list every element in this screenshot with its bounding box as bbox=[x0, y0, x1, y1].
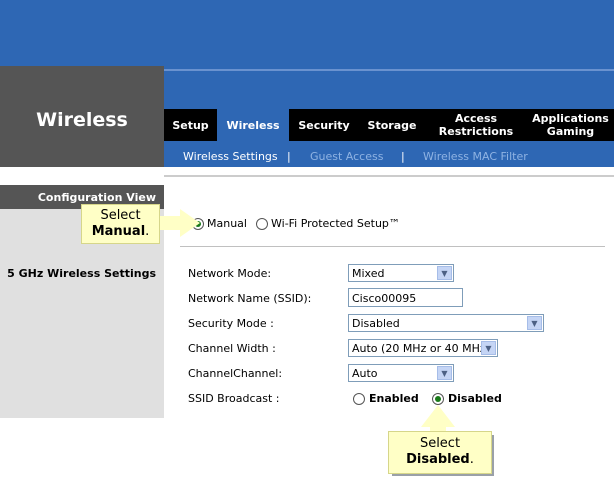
channel-width-label: Channel Width : bbox=[188, 342, 276, 355]
tab-wireless[interactable]: Wireless bbox=[217, 109, 289, 141]
wps-label: Wi-Fi Protected Setup™ bbox=[271, 217, 400, 230]
callout-emphasis: Manual bbox=[91, 224, 146, 239]
callout-text: Select bbox=[419, 436, 461, 451]
callout-period: . bbox=[145, 224, 150, 239]
channel-width-value: Auto (20 MHz or 40 MHz) bbox=[352, 342, 490, 355]
network-mode-select[interactable]: Mixed ▼ bbox=[348, 264, 454, 282]
ssid-broadcast-disabled-label: Disabled bbox=[448, 392, 502, 405]
ssid-broadcast-enabled-label: Enabled bbox=[369, 392, 419, 405]
wps-radio[interactable] bbox=[256, 217, 268, 230]
form-divider bbox=[180, 246, 605, 247]
subnav: Wireless Settings | Guest Access | Wirel… bbox=[164, 141, 614, 167]
tab-security[interactable]: Security bbox=[289, 109, 359, 141]
manual-option[interactable]: Manual bbox=[192, 217, 247, 230]
network-mode-value: Mixed bbox=[352, 267, 385, 280]
tab-applications-gaming[interactable]: Applications Gaming bbox=[527, 109, 614, 141]
subnav-wireless-mac-filter[interactable]: Wireless MAC Filter bbox=[423, 150, 528, 163]
chevron-down-icon: ▼ bbox=[437, 366, 452, 380]
callout-arrow-head bbox=[180, 209, 200, 237]
section-label: 5 GHz Wireless Settings bbox=[7, 267, 156, 280]
callout-select-manual: Select Manual. bbox=[81, 204, 162, 246]
subnav-separator: | bbox=[401, 150, 405, 163]
tab-setup[interactable]: Setup bbox=[164, 109, 217, 141]
page-title: Wireless bbox=[36, 109, 128, 131]
callout-period: . bbox=[469, 452, 474, 467]
main-tab-bar: Setup Wireless Security Storage Access R… bbox=[164, 109, 614, 141]
wps-option[interactable]: Wi-Fi Protected Setup™ bbox=[256, 217, 400, 230]
callout-emphasis: Disabled bbox=[406, 452, 470, 467]
tab-access-restrictions[interactable]: Access Restrictions bbox=[425, 109, 527, 141]
security-mode-value: Disabled bbox=[352, 317, 400, 330]
ssid-label: Network Name (SSID): bbox=[188, 292, 312, 305]
subnav-guest-access[interactable]: Guest Access bbox=[310, 150, 383, 163]
callout-text: Select bbox=[100, 208, 141, 223]
ssid-broadcast-disabled-radio[interactable] bbox=[432, 392, 444, 405]
ssid-broadcast-enabled-option[interactable]: Enabled bbox=[353, 392, 419, 405]
ssid-broadcast-disabled-option[interactable]: Disabled bbox=[432, 392, 502, 405]
security-mode-select[interactable]: Disabled ▼ bbox=[348, 314, 544, 332]
top-banner bbox=[0, 0, 614, 66]
ssid-input[interactable]: Cisco00095 bbox=[348, 288, 463, 307]
ssid-broadcast-enabled-radio[interactable] bbox=[353, 392, 365, 405]
header-band bbox=[164, 66, 614, 109]
subnav-separator: | bbox=[287, 150, 291, 163]
manual-label: Manual bbox=[207, 217, 247, 230]
ssid-broadcast-label: SSID Broadcast : bbox=[188, 392, 280, 405]
callout-select-disabled: Select Disabled. bbox=[388, 431, 494, 476]
chevron-down-icon: ▼ bbox=[527, 316, 542, 330]
callout-arrow bbox=[158, 216, 182, 230]
subnav-wireless-settings[interactable]: Wireless Settings bbox=[183, 150, 278, 163]
channel-width-select[interactable]: Auto (20 MHz or 40 MHz) ▼ bbox=[348, 339, 498, 357]
network-mode-label: Network Mode: bbox=[188, 267, 272, 280]
content-divider bbox=[164, 175, 614, 177]
callout-arrow-head bbox=[421, 405, 455, 427]
chevron-down-icon: ▼ bbox=[481, 341, 496, 355]
channel-label: ChannelChannel: bbox=[188, 367, 283, 380]
chevron-down-icon: ▼ bbox=[437, 266, 452, 280]
channel-value: Auto bbox=[352, 367, 378, 380]
tab-storage[interactable]: Storage bbox=[359, 109, 425, 141]
security-mode-label: Security Mode : bbox=[188, 317, 274, 330]
channel-select[interactable]: Auto ▼ bbox=[348, 364, 454, 382]
